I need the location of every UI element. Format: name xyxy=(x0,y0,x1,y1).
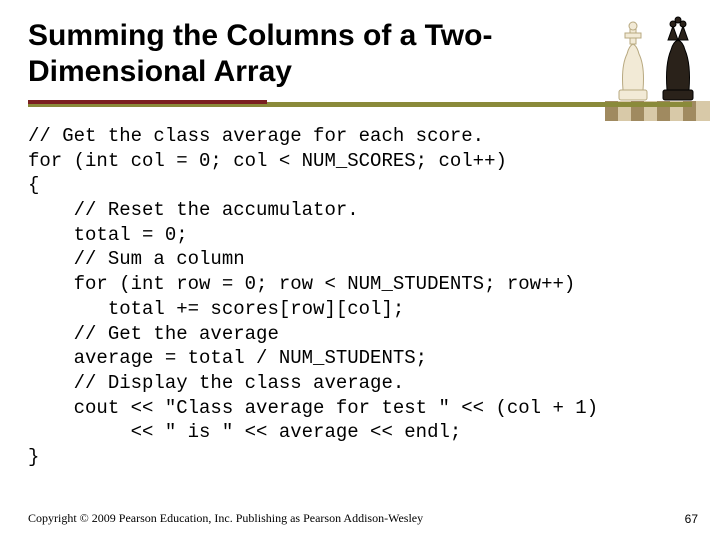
copyright-footer: Copyright © 2009 Pearson Education, Inc.… xyxy=(28,511,423,526)
page-number: 67 xyxy=(685,512,698,526)
slide-title: Summing the Columns of a Two-Dimensional… xyxy=(28,18,692,90)
rule-red xyxy=(28,100,267,104)
title-rule xyxy=(28,96,692,110)
slide: Summing the Columns of a Two-Dimensional… xyxy=(0,0,720,540)
code-block: // Get the class average for each score.… xyxy=(28,124,692,470)
